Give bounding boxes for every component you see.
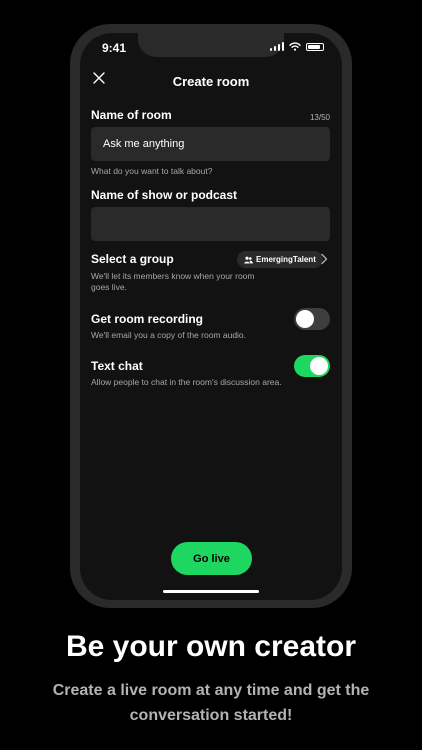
chevron-right-icon[interactable]: [320, 253, 328, 265]
notch: [138, 33, 284, 57]
room-name-label: Name of room: [91, 108, 172, 122]
show-name-label: Name of show or podcast: [91, 188, 238, 202]
character-counter: 13/50: [309, 113, 330, 122]
text-chat-label: Text chat: [91, 359, 143, 373]
group-name: EmergingTalent: [256, 255, 316, 264]
recording-toggle[interactable]: [294, 308, 330, 330]
recording-helper: We'll email you a copy of the room audio…: [91, 330, 247, 340]
go-live-button[interactable]: Go live: [171, 542, 252, 575]
toggle-knob: [296, 310, 314, 328]
signal-icon: [269, 42, 284, 51]
room-name-input[interactable]: [91, 127, 330, 161]
app-screen: 9:41 Create room Name of room 13/50 What…: [80, 33, 342, 600]
room-name-helper: What do you want to talk about?: [91, 166, 213, 176]
promo-headline: Be your own creator: [65, 630, 357, 663]
text-chat-helper: Allow people to chat in the room's discu…: [91, 377, 282, 387]
text-chat-toggle[interactable]: [294, 355, 330, 377]
page-title: Create room: [172, 74, 250, 89]
status-time: 9:41: [102, 41, 127, 55]
toggle-knob: [310, 357, 328, 375]
group-chip[interactable]: EmergingTalent: [237, 251, 323, 268]
group-icon: [244, 256, 253, 263]
select-group-helper: We'll let its members know when your roo…: [91, 271, 255, 292]
promo-subline: Create a live room at any time and get t…: [52, 682, 370, 724]
home-indicator: [163, 590, 259, 593]
show-name-input[interactable]: [91, 207, 330, 241]
battery-icon: [306, 42, 324, 51]
select-group-label: Select a group: [91, 252, 174, 266]
wifi-icon: [289, 42, 301, 51]
status-icons: [269, 42, 324, 51]
recording-label: Get room recording: [91, 312, 204, 326]
